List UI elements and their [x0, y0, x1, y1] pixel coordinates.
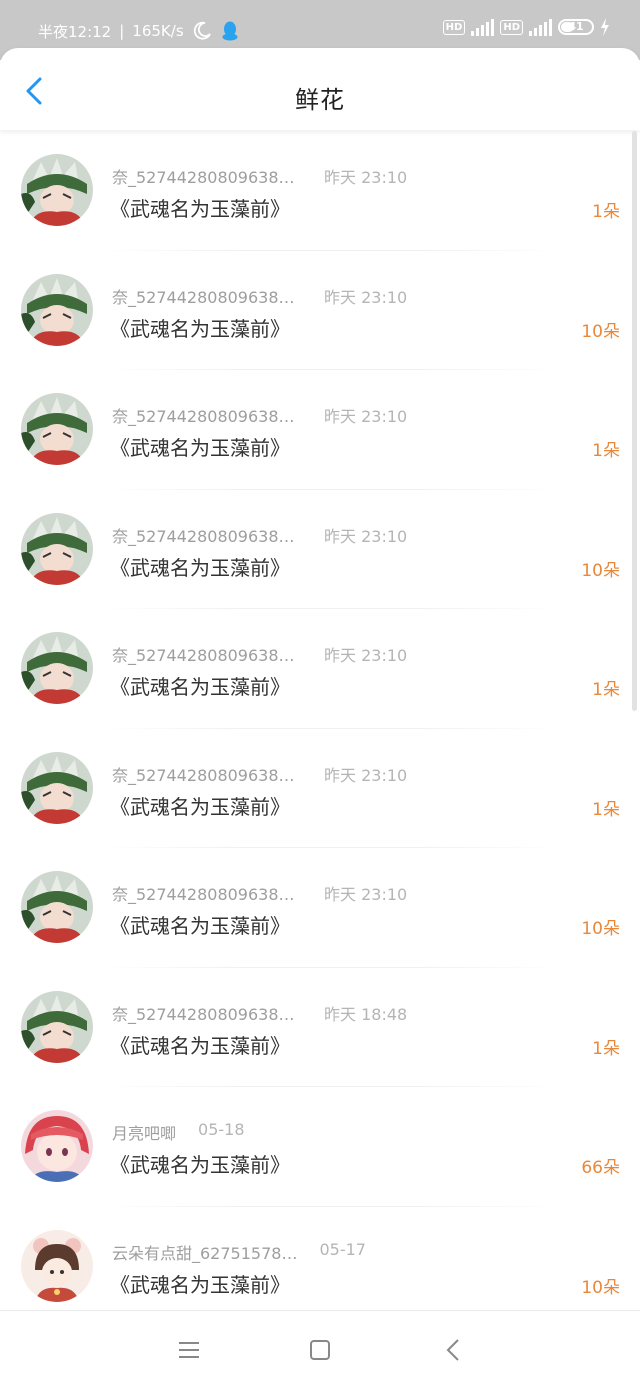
avatar[interactable] [21, 512, 93, 585]
avatar[interactable] [21, 393, 93, 465]
avatar[interactable] [21, 751, 93, 824]
list-item[interactable]: 奈_527442808096384… 昨天 23:10 《武魂名为玉藻前》 1朵 [0, 729, 640, 848]
book-title[interactable]: 《武魂名为玉藻前》 [110, 432, 290, 461]
book-title[interactable]: 《武魂名为玉藻前》 [110, 193, 290, 222]
book-title[interactable]: 《武魂名为玉藻前》 [110, 910, 290, 939]
user-name[interactable]: 月亮吧唧 [112, 1120, 176, 1144]
flower-count: 10朵 [581, 919, 620, 939]
book-title[interactable]: 《武魂名为玉藻前》 [110, 552, 290, 581]
battery-level: 41 [568, 20, 584, 33]
item-meta: 奈_527442808096384… 昨天 18:48 [112, 1001, 407, 1025]
book-title[interactable]: 《武魂名为玉藻前》 [110, 1269, 290, 1298]
signal-icon-2 [529, 18, 552, 36]
user-name[interactable]: 奈_527442808096384… [112, 881, 302, 905]
user-name[interactable]: 奈_527442808096384… [112, 1001, 302, 1025]
avatar[interactable] [21, 154, 93, 226]
item-meta: 奈_527442808096384… 昨天 23:10 [112, 523, 407, 547]
qq-icon [222, 21, 238, 41]
item-meta: 奈_527442808096384… 昨天 23:10 [112, 762, 407, 786]
system-navigation-bar [0, 1310, 640, 1388]
hd-badge-1: HD [442, 19, 466, 35]
flower-count: 1朵 [592, 799, 620, 820]
flower-count: 1朵 [592, 441, 620, 461]
list-item[interactable]: 奈_527442808096384… 昨天 23:10 《武魂名为玉藻前》 1朵 [0, 131, 640, 251]
item-meta: 云朵有点甜_62751578… 05-17 [112, 1240, 366, 1264]
flower-count: 10朵 [581, 1277, 620, 1298]
item-time: 昨天 23:10 [324, 885, 408, 904]
network-speed: 165K/s [132, 22, 184, 40]
avatar[interactable] [21, 273, 93, 346]
menu-icon[interactable] [176, 1337, 202, 1363]
item-time: 昨天 23:10 [324, 168, 408, 187]
page-title: 鲜花 [295, 86, 345, 114]
flower-list: 奈_527442808096384… 昨天 23:10 《武魂名为玉藻前》 1朵 奈_5… [0, 131, 640, 1326]
list-item[interactable]: 奈_527442808096384… 昨天 23:10 《武魂名为玉藻前》 10朵 [0, 848, 640, 968]
book-title[interactable]: 《武魂名为玉藻前》 [110, 1149, 290, 1178]
item-meta: 奈_527442808096384… 昨天 23:10 [112, 881, 407, 905]
flower-count: 66朵 [581, 1158, 620, 1178]
item-meta: 奈_527442808096384… 昨天 23:10 [112, 403, 407, 427]
user-name[interactable]: 奈_527442808096384… [112, 403, 302, 427]
user-name[interactable]: 奈_527442808096384… [112, 523, 302, 547]
item-meta: 月亮吧唧 05-18 [112, 1120, 245, 1144]
item-meta: 奈_527442808096384… 昨天 23:10 [112, 284, 407, 308]
battery-icon: 41 [558, 19, 594, 35]
item-time: 昨天 18:48 [324, 1004, 408, 1024]
flower-count: 1朵 [592, 202, 620, 222]
user-name[interactable]: 奈_527442808096384… [112, 762, 302, 786]
list-item[interactable]: 奈_527442808096384… 昨天 23:10 《武魂名为玉藻前》 10朵 [0, 490, 640, 609]
avatar[interactable] [21, 1229, 93, 1302]
flower-count: 1朵 [592, 1038, 620, 1059]
list-item[interactable]: 奈_527442808096384… 昨天 23:10 《武魂名为玉藻前》 10朵 [0, 251, 640, 370]
status-time: 半夜12:12 [38, 22, 112, 41]
item-time: 昨天 23:10 [324, 407, 408, 426]
avatar[interactable] [21, 632, 93, 704]
user-name[interactable]: 奈_527442808096384… [112, 164, 302, 188]
flower-count: 10朵 [581, 321, 620, 342]
item-time: 05-18 [198, 1120, 245, 1139]
book-title[interactable]: 《武魂名为玉藻前》 [110, 791, 290, 820]
book-title[interactable]: 《武魂名为玉藻前》 [110, 313, 290, 342]
charging-icon [601, 18, 609, 36]
list-item[interactable]: 奈_527442808096384… 昨天 18:48 《武魂名为玉藻前》 1朵 [0, 968, 640, 1087]
book-title[interactable]: 《武魂名为玉藻前》 [110, 1030, 290, 1059]
list-item[interactable]: 奈_527442808096384… 昨天 23:10 《武魂名为玉藻前》 1朵 [0, 609, 640, 729]
flower-count: 10朵 [581, 560, 620, 581]
item-time: 昨天 23:10 [324, 765, 408, 785]
user-name[interactable]: 奈_527442808096384… [112, 642, 302, 666]
user-name[interactable]: 云朵有点甜_62751578… [112, 1240, 297, 1264]
status-divider: | [119, 22, 125, 40]
item-time: 05-17 [319, 1239, 366, 1259]
list-item[interactable]: 月亮吧唧 05-18 《武魂名为玉藻前》 66朵 [0, 1087, 640, 1207]
back-triangle-icon[interactable] [441, 1337, 467, 1363]
user-name[interactable]: 奈_527442808096384… [112, 284, 302, 308]
avatar[interactable] [21, 990, 93, 1063]
book-title[interactable]: 《武魂名为玉藻前》 [110, 671, 290, 700]
scrollbar[interactable] [632, 131, 637, 711]
flower-count: 1朵 [592, 680, 620, 700]
home-square-icon[interactable] [307, 1337, 333, 1363]
list-item[interactable]: 云朵有点甜_62751578… 05-17 《武魂名为玉藻前》 10朵 [0, 1207, 640, 1326]
moon-icon [193, 21, 211, 40]
signal-icon-1 [471, 18, 495, 36]
item-meta: 奈_527442808096384… 昨天 23:10 [112, 642, 407, 666]
item-time: 昨天 23:10 [324, 287, 408, 307]
item-meta: 奈_527442808096384… 昨天 23:10 [112, 164, 407, 188]
header-bar: 鲜花 [0, 48, 640, 130]
list-item[interactable]: 奈_527442808096384… 昨天 23:10 《武魂名为玉藻前》 1朵 [0, 370, 640, 490]
item-time: 昨天 23:10 [324, 646, 408, 665]
item-time: 昨天 23:10 [324, 526, 408, 546]
avatar[interactable] [21, 1110, 93, 1182]
avatar[interactable] [21, 871, 93, 943]
hd-badge-2: HD [500, 19, 523, 35]
